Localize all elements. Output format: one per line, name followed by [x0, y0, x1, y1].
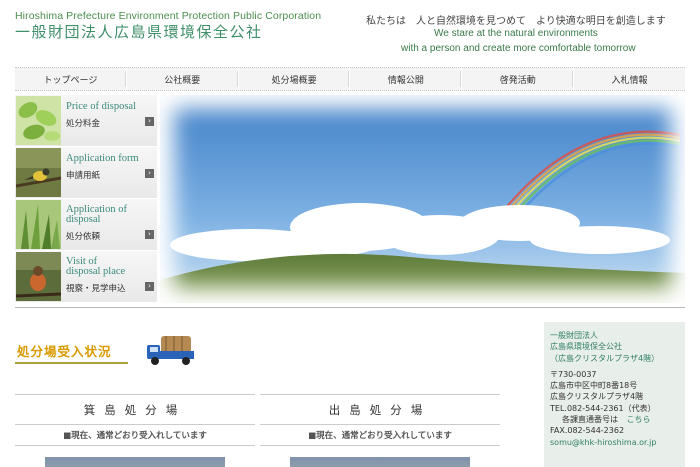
- sidebar-item-label-en: Price of disposal: [66, 101, 136, 112]
- contact-address-1: 広島市中区中町8番18号: [550, 381, 638, 391]
- org-name-japanese[interactable]: 一般財団法人広島県環境保全公社: [15, 21, 263, 42]
- intake-status-title: 処分場受入状況: [17, 344, 112, 359]
- leaves-thumbnail: [16, 96, 61, 145]
- site-status: ■現在、通常どおり受入れしています: [15, 424, 255, 446]
- nav-item-bidding[interactable]: 入札情報: [574, 68, 685, 90]
- title-underline: [15, 362, 128, 364]
- sidebar-item-label-en-2: disposal: [66, 214, 101, 225]
- contact-tel: TEL.082-544-2361（代表）: [550, 403, 656, 413]
- tagline-english-line2: with a person and create more comfortabl…: [401, 43, 636, 54]
- arrow-right-icon: ›: [145, 230, 154, 239]
- sidebar-item-label-en: Application form: [66, 153, 139, 164]
- sidebar-menu: Price of disposal 処分料金 › Application for…: [15, 95, 157, 303]
- site-minoshima: 箕島処分場 ■現在、通常どおり受入れしています: [15, 394, 255, 467]
- nav-item-facility[interactable]: 処分場概要: [239, 68, 351, 90]
- contact-address-2: 広島クリスタルプラザ4階: [550, 392, 644, 402]
- arrow-right-icon: ›: [145, 282, 154, 291]
- sidebar-item-label-jp: 視察・見学申込: [66, 284, 126, 294]
- tagline-english-line1: We stare at the natural environments: [434, 28, 598, 39]
- hero-image: [160, 95, 685, 303]
- nav-item-top[interactable]: トップページ: [15, 68, 127, 90]
- site-photo: [45, 457, 225, 467]
- sidebar-item-label-jp: 処分依頼: [66, 232, 101, 242]
- bird-thumbnail: [16, 148, 61, 197]
- contact-name-1: 一般財団法人: [550, 331, 598, 340]
- tagline-japanese: 私たちは 人と自然環境を見つめて より快適な明日を創造します: [366, 16, 666, 27]
- contact-zip: 〒730-0037: [550, 369, 597, 379]
- arrow-right-icon: ›: [145, 169, 154, 178]
- contact-dept-line: 各課直通番号は こちら: [550, 414, 679, 425]
- contact-email[interactable]: somu@khk-hiroshima.or.jp: [550, 437, 679, 448]
- grass-thumbnail: [16, 200, 61, 249]
- contact-name-3: （広島クリスタルプラザ4階）: [550, 353, 660, 363]
- robin-thumbnail: [16, 252, 61, 301]
- nav-item-disclosure[interactable]: 情報公開: [350, 68, 463, 90]
- sidebar-item-form[interactable]: Application form 申請用紙 ›: [15, 147, 157, 199]
- sidebar-item-request[interactable]: Application of disposal 処分依頼 ›: [15, 199, 157, 251]
- contact-fax: FAX.082-544-2362: [550, 426, 625, 436]
- sidebar-item-label-jp: 処分料金: [66, 119, 101, 129]
- site-name[interactable]: 出島処分場: [260, 394, 500, 424]
- sidebar-item-visit[interactable]: Visit of disposal place 視察・見学申込 ›: [15, 251, 157, 303]
- nav-item-outreach[interactable]: 啓発活動: [462, 68, 575, 90]
- site-name[interactable]: 箕島処分場: [15, 394, 255, 424]
- truck-icon: [144, 333, 198, 367]
- site-header: Hiroshima Prefecture Environment Protect…: [0, 0, 700, 66]
- site-dejima: 出島処分場 ■現在、通常どおり受入れしています: [260, 394, 500, 467]
- contact-box: 一般財団法人 広島県環境保全公社 （広島クリスタルプラザ4階） 〒730-003…: [544, 322, 685, 467]
- contact-dept-label: 各課直通番号は: [562, 415, 618, 425]
- site-status: ■現在、通常どおり受入れしています: [260, 424, 500, 446]
- sidebar-item-price[interactable]: Price of disposal 処分料金 ›: [15, 95, 157, 147]
- divider: [15, 307, 685, 308]
- contact-dept-link[interactable]: こちら: [627, 415, 651, 424]
- contact-name-2: 広島県環境保全公社: [550, 342, 622, 352]
- site-photo: [290, 457, 470, 467]
- nav-item-about[interactable]: 公社概要: [127, 68, 239, 90]
- main-nav: トップページ 公社概要 処分場概要 情報公開 啓発活動 入札情報: [15, 67, 685, 91]
- arrow-right-icon: ›: [145, 117, 154, 126]
- sidebar-item-label-jp: 申請用紙: [66, 171, 101, 181]
- sidebar-item-label-en-2: disposal place: [66, 266, 126, 277]
- rainbow-image: [160, 95, 685, 303]
